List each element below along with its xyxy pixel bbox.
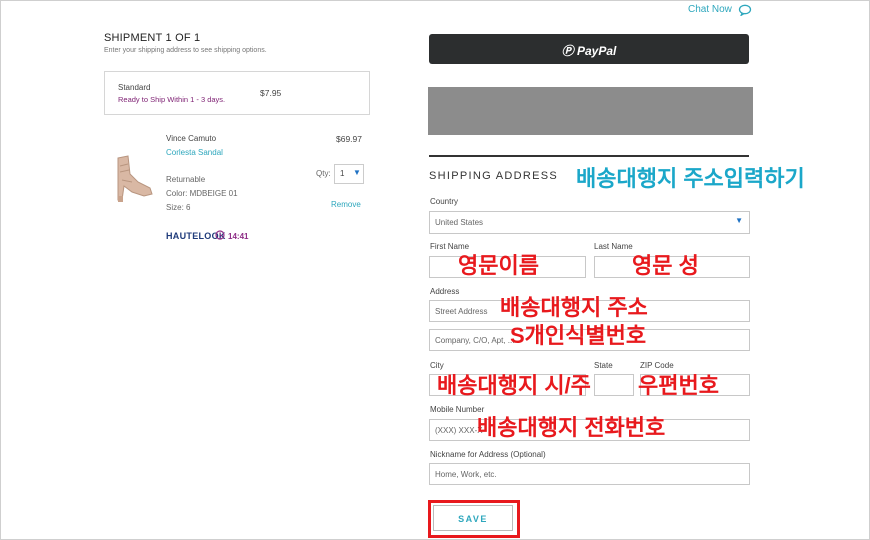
zip-label: ZIP Code (640, 361, 674, 370)
item-returnable: Returnable (166, 175, 206, 184)
chevron-down-icon: ▼ (735, 216, 743, 225)
nickname-placeholder: Home, Work, etc. (435, 470, 497, 479)
paypal-button[interactable]: Ⓟ PayPal (429, 34, 749, 64)
annotation-customs-id: S개인식별번호 (510, 323, 647, 348)
qty-value: 1 (340, 169, 345, 178)
annotation-zip: 우편번호 (638, 373, 719, 398)
chat-bubble-icon[interactable] (738, 4, 752, 16)
chevron-down-icon: ▼ (353, 168, 361, 177)
redacted-payment-area (428, 87, 753, 135)
save-label: SAVE (458, 514, 488, 524)
city-label: City (430, 361, 444, 370)
paypal-text: PayPal (576, 44, 617, 58)
company-placeholder: Company, C/O, Apt, ... (435, 336, 515, 345)
mobile-label: Mobile Number (430, 405, 485, 414)
qty-select[interactable]: 1 ▼ (334, 164, 364, 184)
paypal-icon: Ⓟ (561, 44, 577, 58)
state-select[interactable] (594, 374, 634, 396)
annotation-shipping-heading: 배송대행지 주소입력하기 (576, 166, 805, 191)
country-select[interactable]: United States ▼ (429, 211, 750, 234)
country-value: United States (435, 218, 484, 227)
shipping-method-name: Standard (118, 83, 151, 92)
first-name-label: First Name (430, 242, 470, 251)
section-divider (429, 155, 749, 157)
street-placeholder: Street Address (435, 307, 488, 316)
clock-icon (215, 230, 225, 240)
item-brand: Vince Camuto (166, 134, 217, 143)
annotation-phone: 배송대행지 전화번호 (477, 415, 666, 440)
state-label: State (594, 361, 613, 370)
remove-link[interactable]: Remove (331, 200, 361, 209)
nickname-label: Nickname for Address (Optional) (430, 450, 546, 459)
annotation-first-name: 영문이름 (458, 253, 539, 278)
shipping-address-heading: SHIPPING ADDRESS (429, 170, 558, 182)
shipment-subtitle: Enter your shipping address to see shipp… (104, 47, 267, 54)
nickname-input[interactable]: Home, Work, etc. (429, 463, 750, 485)
save-button[interactable]: SAVE (433, 505, 513, 531)
address-label: Address (430, 287, 460, 296)
countdown-timer: 14:41 (228, 232, 249, 241)
item-price: $69.97 (336, 134, 362, 144)
item-size: Size: 6 (166, 203, 191, 212)
item-color: Color: MDBEIGE 01 (166, 189, 238, 198)
paypal-label: Ⓟ PayPal (429, 42, 749, 59)
annotation-last-name: 영문 성 (632, 253, 699, 278)
annotation-address: 배송대행지 주소 (500, 295, 648, 320)
chat-now-link[interactable]: Chat Now (688, 4, 732, 15)
last-name-label: Last Name (594, 242, 633, 251)
item-name-link[interactable]: Corlesta Sandal (166, 148, 223, 157)
shipment-title: SHIPMENT 1 OF 1 (104, 32, 201, 44)
mobile-placeholder: (XXX) XXX-X (435, 426, 483, 435)
shipping-method-price: $7.95 (260, 88, 282, 98)
product-image[interactable] (108, 152, 156, 204)
shipping-method-ready: Ready to Ship Within 1 - 3 days. (118, 95, 226, 104)
shipping-method-option[interactable]: Standard Ready to Ship Within 1 - 3 days… (104, 71, 370, 115)
annotation-city-state: 배송대행지 시/주 (437, 373, 591, 398)
qty-label: Qty: (316, 169, 331, 178)
country-label: Country (430, 197, 459, 206)
